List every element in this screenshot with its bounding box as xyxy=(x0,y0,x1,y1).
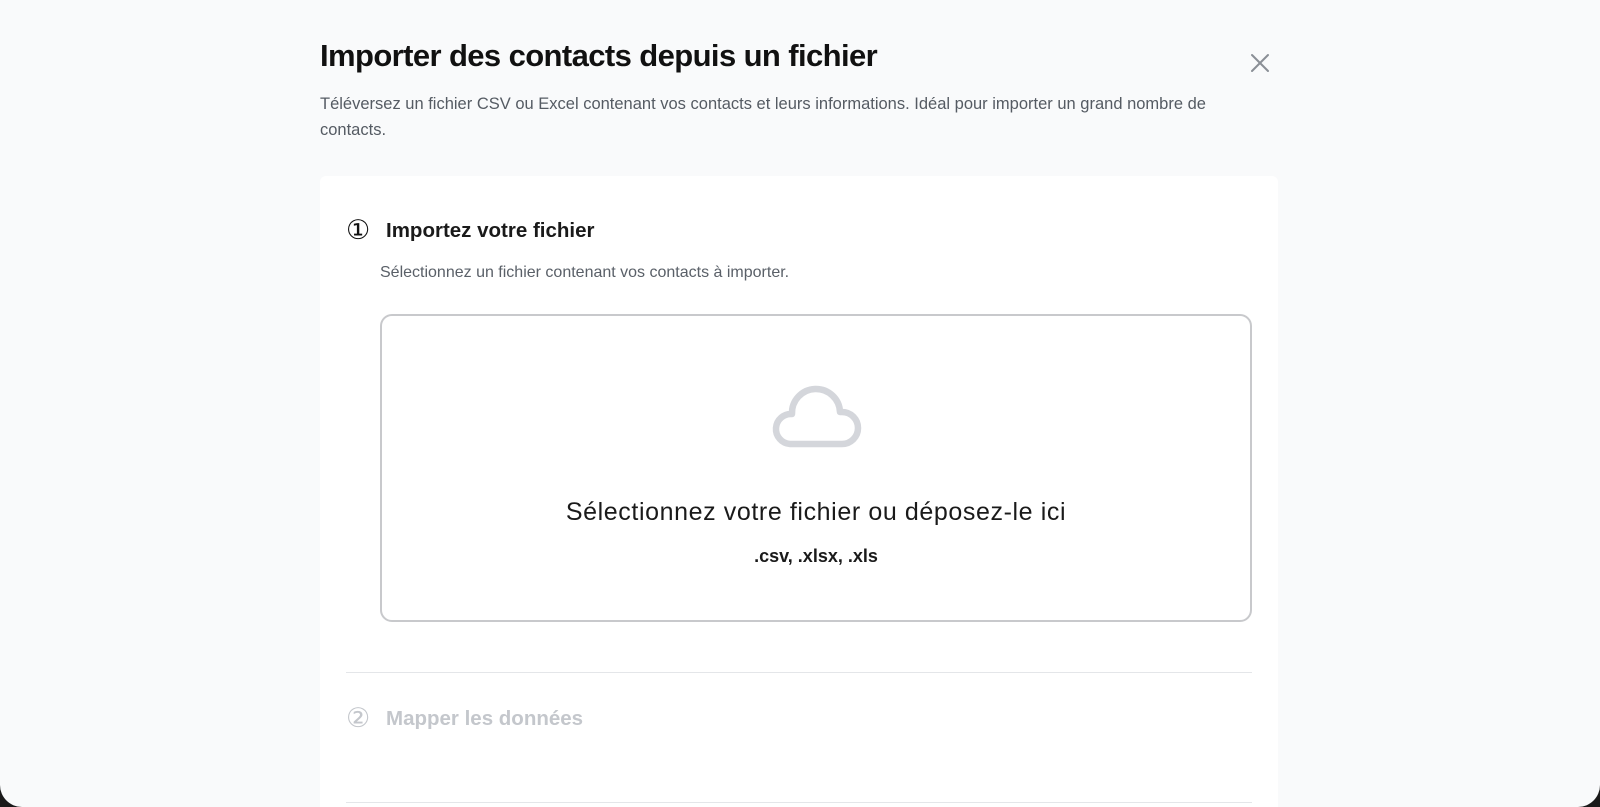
step-description-upload: Sélectionnez un fichier contenant vos co… xyxy=(380,264,790,281)
step-number-2: ② xyxy=(346,703,371,734)
close-button[interactable] xyxy=(1245,48,1275,78)
cloud-icon xyxy=(772,385,862,448)
step-number-1: ① xyxy=(346,215,371,246)
dropzone-instruction: Sélectionnez votre fichier ou déposez-le… xyxy=(565,498,1067,526)
step-title-mapping: Mapper les données xyxy=(386,707,584,730)
step-mapping-header: ② Mapper les données xyxy=(346,704,583,734)
dialog-subtitle: Téléversez un fichier CSV ou Excel conte… xyxy=(320,95,1206,139)
step-divider xyxy=(346,672,1252,673)
dropzone-accepted-formats: .csv, .xlsx, .xls xyxy=(754,546,878,566)
import-dialog-window: Importer des contacts depuis un fichier … xyxy=(0,0,1600,807)
step-upload-header: ① Importez votre fichier xyxy=(346,216,594,246)
close-icon xyxy=(1251,54,1269,72)
import-steps-card: ① Importez votre fichier Sélectionnez un… xyxy=(320,176,1278,807)
dialog-title: Importer des contacts depuis un fichier xyxy=(320,38,878,73)
file-dropzone[interactable]: Sélectionnez votre fichier ou déposez-le… xyxy=(380,314,1252,622)
step-title-upload: Importez votre fichier xyxy=(386,219,595,242)
step-divider-bottom xyxy=(346,802,1252,803)
